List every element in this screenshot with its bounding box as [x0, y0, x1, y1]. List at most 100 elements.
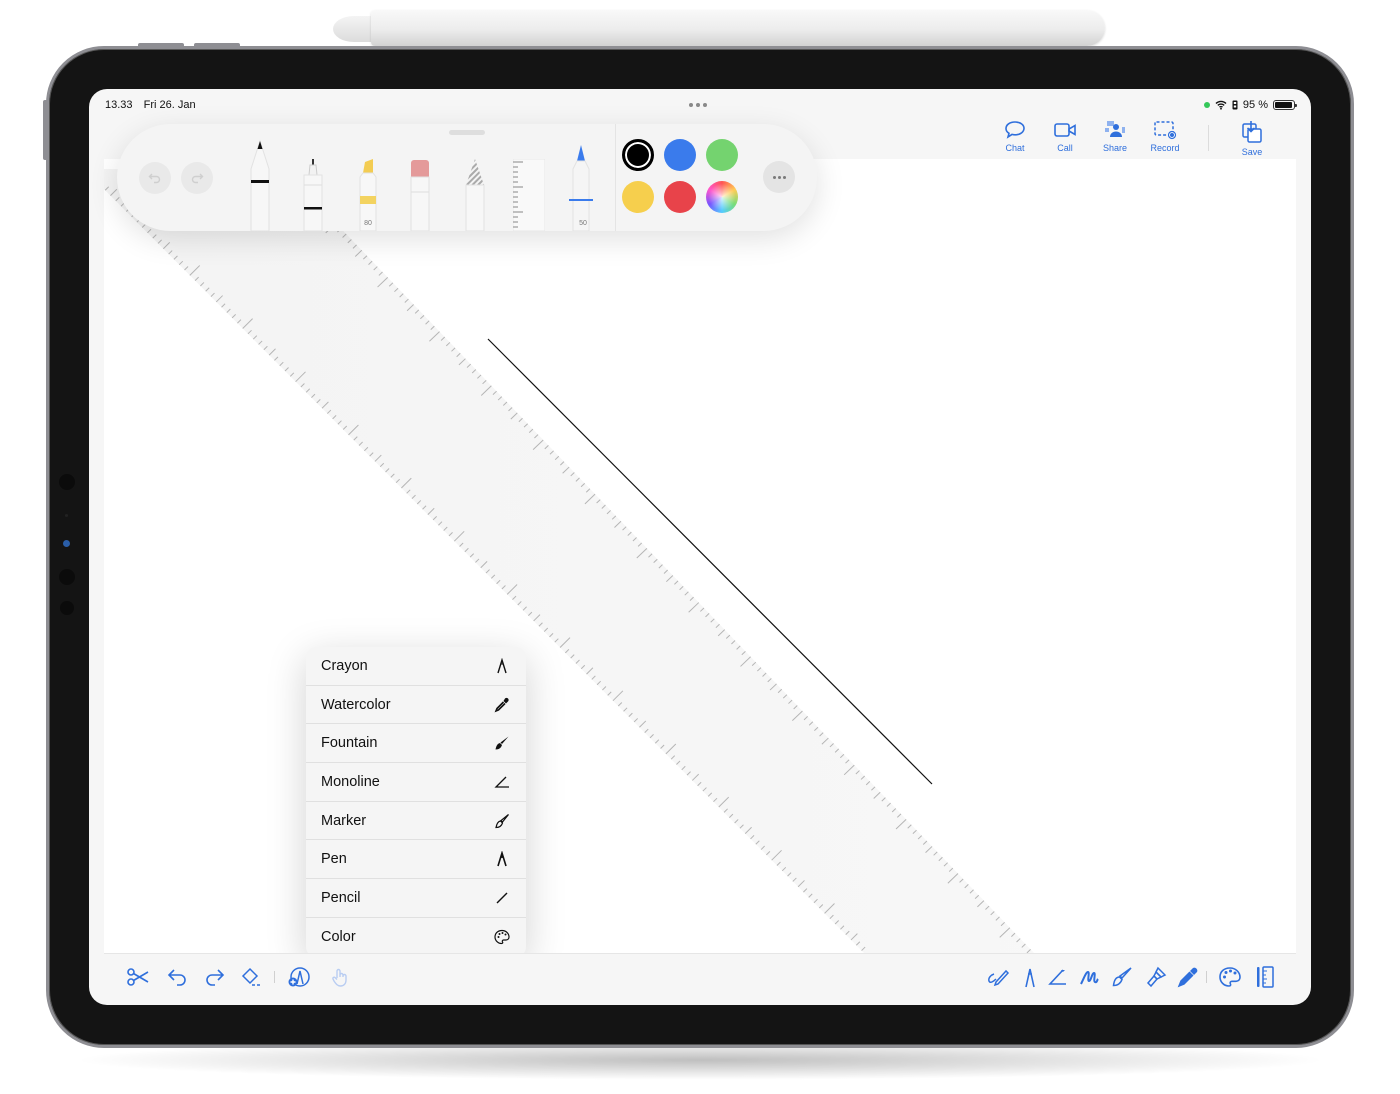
- chat-bubble-icon: [1005, 121, 1025, 139]
- palette-divider: [615, 124, 616, 231]
- action-bar: Chat Call Share Record Save: [990, 119, 1277, 157]
- status-time: 13.33: [105, 99, 133, 111]
- brush-type-menu: Crayon Watercolor Fountain Monoline Mark…: [306, 647, 526, 957]
- canvas-drawing: [104, 168, 1034, 953]
- paintbrush-outline-icon: [495, 813, 509, 828]
- share-button[interactable]: Share: [1090, 119, 1140, 153]
- pencil-tip: [333, 16, 375, 42]
- tool-palette: 80 50: [117, 124, 817, 231]
- pencil-tool[interactable]: [463, 159, 487, 231]
- menu-item-pen[interactable]: Pen: [306, 840, 526, 880]
- add-brush-button[interactable]: [285, 965, 313, 989]
- call-button[interactable]: Call: [1040, 119, 1090, 153]
- color-picker-multicolor[interactable]: [706, 181, 738, 213]
- save-download-icon: [1242, 121, 1262, 143]
- palette-grabber[interactable]: [449, 130, 485, 135]
- multitasking-dots[interactable]: [689, 103, 707, 107]
- monoline-button[interactable]: [1044, 965, 1072, 989]
- camera-in-use-indicator: [1203, 102, 1210, 108]
- camera-sensor: [60, 601, 74, 615]
- pencil-body: [371, 10, 1105, 46]
- palette-icon: [494, 930, 510, 945]
- ruler-tool[interactable]: [513, 159, 545, 231]
- ruler-icon: [1257, 966, 1274, 988]
- record-button[interactable]: Record: [1140, 119, 1190, 153]
- palette-redo-button[interactable]: [181, 162, 213, 194]
- cut-button[interactable]: [124, 965, 152, 989]
- more-options-button[interactable]: [763, 161, 795, 193]
- bottom-toolbar: [104, 953, 1296, 1003]
- palette-icon: [1219, 967, 1241, 987]
- sensor-dot: [65, 514, 68, 517]
- color-swatch-black[interactable]: [622, 139, 654, 171]
- status-bar-left: 13.33 Fri 26. Jan: [105, 99, 204, 111]
- menu-item-pencil[interactable]: Pencil: [306, 879, 526, 918]
- menu-item-fountain[interactable]: Fountain: [306, 724, 526, 764]
- eyedropper-icon: [1177, 967, 1198, 988]
- paintbrush-button[interactable]: [1108, 965, 1136, 989]
- monoline-icon: [1048, 969, 1066, 985]
- color-swatch-yellow[interactable]: [622, 181, 654, 213]
- lock-rotation-icon: [1232, 100, 1238, 110]
- drawing-canvas[interactable]: [104, 159, 1296, 953]
- paintbrush-filled-icon: [495, 736, 509, 750]
- scissors-icon: [127, 968, 149, 986]
- signature-button[interactable]: [1076, 965, 1104, 989]
- chat-button[interactable]: Chat: [990, 119, 1040, 153]
- blue-pen-tool[interactable]: 50: [569, 139, 593, 231]
- add-brush-icon: [288, 967, 310, 987]
- menu-item-monoline[interactable]: Monoline: [306, 763, 526, 802]
- color-swatch-blue[interactable]: [664, 139, 696, 171]
- redo-button[interactable]: [200, 965, 228, 989]
- record-screen-icon: [1154, 121, 1177, 140]
- pen-nib-icon: [497, 851, 507, 867]
- apple-pencil: [333, 10, 1105, 46]
- eyedropper-button[interactable]: [1174, 965, 1202, 989]
- scribble-pen-button[interactable]: [984, 965, 1012, 989]
- toolbar-divider: [274, 971, 275, 983]
- screen: 13.33 Fri 26. Jan 95 % Chat Call Share R…: [89, 89, 1311, 1005]
- battery-percent: 95 %: [1242, 99, 1268, 111]
- action-divider: [1208, 125, 1209, 151]
- broad-brush-button[interactable]: [1142, 965, 1170, 989]
- menu-item-crayon[interactable]: Crayon: [306, 647, 526, 686]
- palette-undo-button[interactable]: [139, 162, 171, 194]
- menu-item-watercolor[interactable]: Watercolor: [306, 686, 526, 725]
- pen-button[interactable]: [1016, 965, 1044, 989]
- pen-nib-icon: [1025, 968, 1035, 988]
- broad-brush-icon: [1146, 966, 1167, 988]
- menu-item-marker[interactable]: Marker: [306, 802, 526, 841]
- status-bar-right: 95 %: [1203, 99, 1297, 111]
- color-swatch-red[interactable]: [664, 181, 696, 213]
- eraser-button[interactable]: [238, 965, 266, 989]
- scribble-pen-icon: [988, 969, 1010, 987]
- save-button[interactable]: Save: [1227, 119, 1277, 157]
- eraser-icon: [241, 967, 260, 986]
- video-camera-icon: [1054, 123, 1076, 137]
- highlighter-tool[interactable]: 80: [355, 159, 381, 231]
- battery-fill: [1275, 102, 1293, 108]
- camera-sensor: [59, 474, 75, 490]
- eyedropper-icon: [494, 697, 509, 712]
- pen-tool[interactable]: [247, 139, 273, 231]
- eraser-tool[interactable]: [409, 159, 431, 231]
- ruler-button[interactable]: [1251, 965, 1279, 989]
- color-palette-button[interactable]: [1216, 965, 1244, 989]
- highlighter-width-label: 80: [364, 220, 372, 227]
- status-date: Fri 26. Jan: [143, 99, 196, 111]
- color-swatch-green[interactable]: [706, 139, 738, 171]
- share-people-icon: [1105, 121, 1125, 137]
- touch-drawing-button[interactable]: [326, 965, 354, 989]
- redo-icon: [191, 173, 204, 184]
- menu-item-color[interactable]: Color: [306, 918, 526, 957]
- paintbrush-icon: [1112, 967, 1132, 987]
- wifi-icon: [1215, 100, 1227, 110]
- front-camera: [63, 540, 70, 547]
- undo-button[interactable]: [164, 965, 192, 989]
- ruler-overlay[interactable]: [104, 169, 1034, 953]
- undo-icon: [148, 173, 161, 184]
- fineliner-tool[interactable]: [301, 159, 325, 231]
- battery-icon: [1273, 100, 1297, 110]
- touch-draw-icon: [332, 968, 347, 987]
- toolbar-divider: [1206, 971, 1207, 983]
